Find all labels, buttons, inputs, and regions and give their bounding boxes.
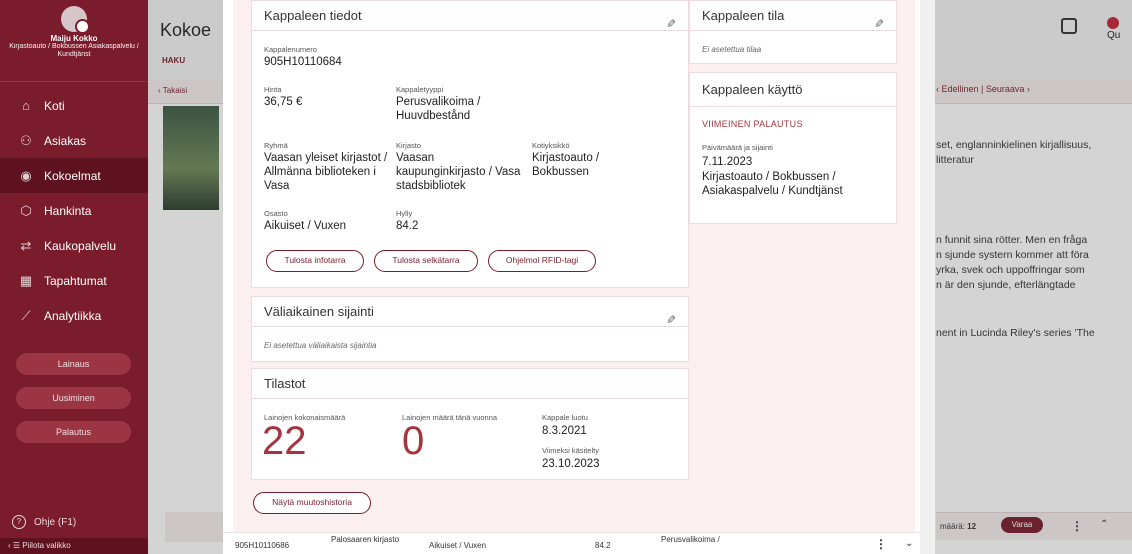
print-infotarra-button[interactable]: Tulosta infotarra: [266, 250, 364, 272]
nav-item-tapahtumat[interactable]: ▦ Tapahtumat: [0, 263, 148, 298]
row-library: Palosaaren kirjasto: [331, 535, 400, 544]
group-label: Ryhmä: [264, 141, 288, 150]
main-nav: ⌂ Koti ⚇ Asiakas ◉ Kokoelmat ⬡ Hankinta ⇄ Kau…: [0, 88, 148, 333]
card-title: Väliaikainen sijainti: [264, 304, 374, 319]
nav-item-label: Koti: [44, 98, 65, 113]
copy-status-card: Kappaleen tila ✎ Ei asetettua tilaa: [689, 0, 897, 64]
status-empty: Ei asetettua tilaa: [702, 45, 762, 54]
more-icon[interactable]: ⋮: [875, 537, 887, 551]
card-title: Tilastot: [264, 376, 306, 391]
person-icon: ⚇: [20, 132, 32, 148]
sidebar: Maiju Kokko Kirjastoauto / Bokbussen Asi…: [0, 0, 148, 554]
help-icon: ?: [12, 515, 26, 529]
user-name: Maiju Kokko: [50, 34, 98, 43]
nav-item-analytiikka[interactable]: ⟋ Analytiikka: [0, 298, 148, 333]
nav-item-kaukopalvelu[interactable]: ⇄ Kaukopalvelu: [0, 228, 148, 263]
lainaus-button[interactable]: Lainaus: [16, 353, 131, 375]
hamburger-icon: ‹ ☰: [8, 541, 23, 550]
home-value: Kirjastoauto / Bokbussen: [532, 152, 600, 178]
year-loans-value: 0: [402, 419, 425, 463]
nav-item-kokoelmat[interactable]: ◉ Kokoelmat: [0, 158, 148, 193]
row-shelf: 84.2: [595, 541, 611, 550]
price-value: 36,75 €: [264, 96, 303, 108]
stats-card: Tilastot Lainojen kokonaismäärä 22 Laino…: [251, 368, 689, 480]
handled-value: 23.10.2023: [542, 458, 600, 470]
collection-icon: ◉: [20, 167, 32, 183]
created-label: Kappale luotu: [542, 413, 588, 422]
card-title: Kappaleen tila: [702, 8, 785, 23]
nav-item-label: Kokoelmat: [44, 168, 101, 183]
uusiminen-button[interactable]: Uusiminen: [16, 387, 131, 409]
hide-menu-button[interactable]: ‹ ☰ Piilota valikko: [0, 538, 148, 554]
total-loans-value: 22: [262, 419, 307, 463]
modal-scrollbar[interactable]: [920, 0, 935, 554]
temp-location-card: Väliaikainen sijainti ✎ Ei asetettua väli…: [251, 296, 689, 362]
nav-item-hankinta[interactable]: ⬡ Hankinta: [0, 193, 148, 228]
acquisition-icon: ⬡: [20, 202, 32, 218]
nav-item-label: Tapahtumat: [44, 273, 107, 288]
copy-usage-card: Kappaleen käyttö VIIMEINEN PALAUTUS Päiv…: [689, 72, 897, 224]
number-label: Kappalenumero: [264, 45, 317, 54]
palautus-button[interactable]: Palautus: [16, 421, 131, 443]
analytics-icon: ⟋: [21, 307, 31, 323]
dept-value: Aikuiset / Vuxen: [264, 220, 347, 232]
row-type: Perusvalikoima /: [661, 535, 720, 544]
copy-details-card: Kappaleen tiedot ✎ Kappalenumero 905H1011…: [251, 0, 689, 288]
user-panel[interactable]: Maiju Kokko Kirjastoauto / Bokbussen Asi…: [0, 0, 148, 82]
copy-number: 905H10110684: [264, 56, 342, 68]
dept-label: Osasto: [264, 209, 288, 218]
type-value: Perusvalikoima / Huuvdbestånd: [396, 96, 481, 122]
nav-item-koti[interactable]: ⌂ Koti: [0, 88, 148, 123]
avatar: [61, 6, 90, 34]
card-title: Kappaleen käyttö: [702, 82, 803, 97]
copy-modal: Kappaleen tiedot ✎ Kappalenumero 905H1011…: [223, 0, 935, 554]
nav-item-label: Hankinta: [44, 203, 92, 218]
group-value: Vaasan yleiset kirjastot / Allmänna bibl…: [264, 152, 388, 192]
hide-menu-label: Piilota valikko: [22, 541, 71, 550]
show-history-button[interactable]: Näytä muutoshistoria: [253, 492, 371, 514]
edit-icon[interactable]: ✎: [666, 305, 676, 335]
shelf-value: 84.2: [396, 220, 419, 232]
help-link[interactable]: ? Ohje (F1): [12, 515, 76, 529]
program-rfid-button[interactable]: Ohjelmoi RFID-tagi: [488, 250, 596, 272]
nav-item-asiakas[interactable]: ⚇ Asiakas: [0, 123, 148, 158]
date-label: Päivämäärä ja sijainti: [702, 143, 773, 152]
nav-item-label: Analytiikka: [44, 308, 102, 323]
price-label: Hinta: [264, 85, 282, 94]
return-location: Kirjastoauto / Bokbussen / Asiakaspalvel…: [702, 171, 843, 197]
help-label: Ohje (F1): [34, 516, 77, 528]
library-value: Vaasan kaupunginkirjasto / Vasa stadsbib…: [396, 152, 521, 192]
edit-icon[interactable]: ✎: [874, 9, 884, 39]
type-label: Kappaletyyppi: [396, 85, 444, 94]
copy-list-row[interactable]: 905H10110686 Palosaaren kirjasto Aikuise…: [223, 532, 935, 554]
nav-item-label: Kaukopalvelu: [44, 238, 117, 253]
nav-item-label: Asiakas: [44, 133, 87, 148]
row-copy-number: 905H10110686: [235, 541, 290, 550]
calendar-icon: ▦: [19, 272, 33, 288]
return-date: 7.11.2023: [702, 156, 753, 168]
card-title: Kappaleen tiedot: [264, 8, 362, 23]
home-icon: ⌂: [22, 98, 30, 113]
shelf-label: Hylly: [396, 209, 413, 218]
print-selkatarra-button[interactable]: Tulosta selkätarra: [374, 250, 478, 272]
user-location: Kirjastoauto / Bokbussen Asiakaspalvelu …: [9, 43, 139, 58]
row-dept: Aikuiset / Vuxen: [429, 541, 487, 550]
edit-icon[interactable]: ✎: [666, 9, 676, 39]
created-value: 8.3.2021: [542, 425, 587, 437]
interlibrary-icon: ⇄: [20, 237, 32, 253]
library-label: Kirjasto: [396, 141, 422, 150]
home-label: Kotiyksikkö: [532, 141, 570, 150]
temp-location-empty: Ei asetettua väliaikaista sijaintia: [264, 341, 377, 350]
handled-label: Viimeksi käsitelty: [542, 446, 599, 455]
last-return-heading: VIIMEINEN PALAUTUS: [702, 119, 803, 129]
modal-body: Kappaleen tiedot ✎ Kappalenumero 905H1011…: [233, 0, 915, 532]
chevron-down-icon[interactable]: ⌄: [905, 538, 913, 549]
